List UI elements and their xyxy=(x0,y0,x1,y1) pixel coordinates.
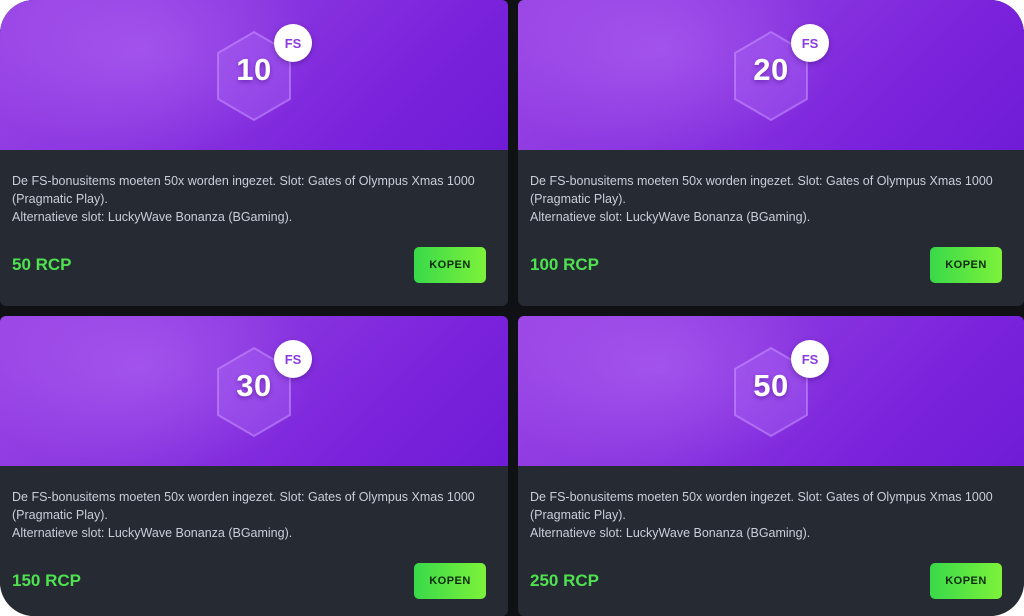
offer-body: De FS-bonusitems moeten 50x worden ingez… xyxy=(0,150,508,306)
hexagon-badge-icon: 30 FS xyxy=(212,340,312,440)
offer-description: De FS-bonusitems moeten 50x worden ingez… xyxy=(530,172,1012,226)
offer-description: De FS-bonusitems moeten 50x worden ingez… xyxy=(530,488,1012,542)
offer-body: De FS-bonusitems moeten 50x worden ingez… xyxy=(518,150,1024,306)
buy-button[interactable]: KOPEN xyxy=(930,247,1002,283)
offer-hero: 30 FS xyxy=(0,316,508,466)
offer-hero: 20 FS xyxy=(518,0,1024,150)
description-line: De FS-bonusitems moeten 50x worden ingez… xyxy=(12,490,475,504)
offer-hero: 50 FS xyxy=(518,316,1024,466)
offer-price: 50 RCP xyxy=(12,255,72,274)
description-line: De FS-bonusitems moeten 50x worden ingez… xyxy=(530,174,993,188)
hexagon-badge-icon: 50 FS xyxy=(729,340,829,440)
offer-card-20-fs: 20 FS De FS-bonusitems moeten 50x worden… xyxy=(518,0,1024,306)
offer-price: 150 RCP xyxy=(12,571,81,590)
offer-card-50-fs: 50 FS De FS-bonusitems moeten 50x worden… xyxy=(518,316,1024,616)
description-line: De FS-bonusitems moeten 50x worden ingez… xyxy=(530,490,993,504)
description-line: (Pragmatic Play). xyxy=(530,192,626,206)
description-line: (Pragmatic Play). xyxy=(12,192,108,206)
offer-price: 250 RCP xyxy=(530,571,599,590)
offer-hero: 10 FS xyxy=(0,0,508,150)
fs-chip: FS xyxy=(791,340,829,378)
free-spins-offer-grid: 10 FS De FS-bonusitems moeten 50x worden… xyxy=(0,0,1024,616)
buy-button[interactable]: KOPEN xyxy=(414,247,486,283)
offer-description: De FS-bonusitems moeten 50x worden ingez… xyxy=(12,172,496,226)
offer-body: De FS-bonusitems moeten 50x worden ingez… xyxy=(518,466,1024,616)
description-line: De FS-bonusitems moeten 50x worden ingez… xyxy=(12,174,475,188)
offer-card-30-fs: 30 FS De FS-bonusitems moeten 50x worden… xyxy=(0,316,508,616)
offer-description: De FS-bonusitems moeten 50x worden ingez… xyxy=(12,488,496,542)
buy-button[interactable]: KOPEN xyxy=(414,563,486,599)
hexagon-badge-icon: 20 FS xyxy=(729,24,829,124)
hexagon-badge-icon: 10 FS xyxy=(212,24,312,124)
description-line: Alternatieve slot: LuckyWave Bonanza (BG… xyxy=(530,526,811,540)
description-line: (Pragmatic Play). xyxy=(530,508,626,522)
description-line: Alternatieve slot: LuckyWave Bonanza (BG… xyxy=(12,526,293,540)
description-line: (Pragmatic Play). xyxy=(12,508,108,522)
fs-chip: FS xyxy=(274,24,312,62)
offer-card-10-fs: 10 FS De FS-bonusitems moeten 50x worden… xyxy=(0,0,508,306)
fs-chip: FS xyxy=(274,340,312,378)
shop-panel: 10 FS De FS-bonusitems moeten 50x worden… xyxy=(0,0,1024,616)
offer-price: 100 RCP xyxy=(530,255,599,274)
fs-chip: FS xyxy=(791,24,829,62)
description-line: Alternatieve slot: LuckyWave Bonanza (BG… xyxy=(530,210,811,224)
offer-body: De FS-bonusitems moeten 50x worden ingez… xyxy=(0,466,508,616)
description-line: Alternatieve slot: LuckyWave Bonanza (BG… xyxy=(12,210,293,224)
buy-button[interactable]: KOPEN xyxy=(930,563,1002,599)
